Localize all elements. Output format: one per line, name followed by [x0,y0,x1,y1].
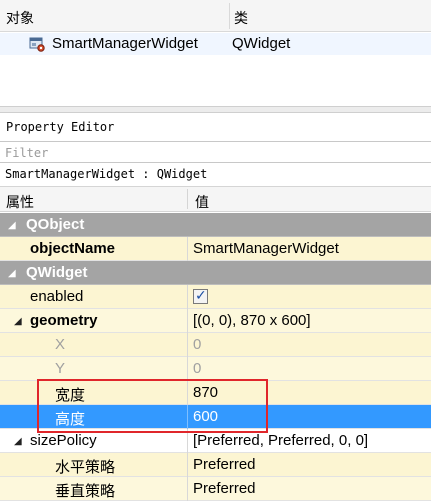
property-label: enabled [30,288,84,305]
property-row-y[interactable]: Y 0 [0,357,431,381]
object-class: QWidget [232,35,291,52]
group-qobject[interactable]: ◢ QObject [0,213,431,237]
widget-icon [29,37,45,52]
property-editor-title: Property Editor [0,113,431,142]
property-value[interactable]: SmartManagerWidget [193,240,339,257]
property-row-horizontal-policy[interactable]: 水平策略 Preferred [0,453,431,477]
property-value[interactable]: Preferred [193,480,256,497]
annotation-highlight-box [37,379,268,433]
property-label: sizePolicy [30,432,97,449]
group-label: QWidget [26,264,88,281]
property-value[interactable]: Preferred [193,456,256,473]
property-label: X [55,336,66,353]
property-value[interactable]: 0 [193,360,201,377]
property-table-header: 属性 值 [0,186,431,212]
property-value[interactable]: [Preferred, Preferred, 0, 0] [193,432,368,449]
property-label: 垂直策略 [55,483,116,500]
object-name: SmartManagerWidget [52,35,198,52]
object-inspector-header: 对象 类 [0,0,431,32]
property-row-geometry[interactable]: ◢ geometry [(0, 0), 870 x 600] [0,309,431,333]
enabled-checkbox[interactable]: ✓ [193,287,208,304]
column-divider[interactable] [229,3,230,29]
expand-arrow-icon[interactable]: ◢ [8,220,16,231]
column-header-property[interactable]: 属性 [6,192,34,212]
property-label: objectName [30,240,116,257]
property-row-objectname[interactable]: objectName SmartManagerWidget [0,237,431,261]
check-icon: ✓ [195,287,207,303]
column-header-class[interactable]: 类 [234,8,248,28]
column-divider[interactable] [187,189,188,209]
property-row-x[interactable]: X 0 [0,333,431,357]
property-grid: ◢ QObject objectName SmartManagerWidget … [0,213,431,501]
property-value[interactable]: 0 [193,336,201,353]
group-label: QObject [26,216,85,233]
property-row-enabled[interactable]: enabled ✓ [0,285,431,309]
expand-arrow-icon[interactable]: ◢ [14,436,22,447]
object-tree-row[interactable]: SmartManagerWidget QWidget [0,33,431,55]
dock-splitter[interactable] [0,106,431,113]
column-header-object[interactable]: 对象 [6,8,34,28]
property-row-vertical-policy[interactable]: 垂直策略 Preferred [0,477,431,501]
current-object-label: SmartManagerWidget : QWidget [0,164,431,185]
property-label: 水平策略 [55,459,116,476]
filter-input[interactable]: Filter [0,143,431,163]
property-label: geometry [30,312,98,329]
column-header-value[interactable]: 值 [195,192,209,212]
group-qwidget[interactable]: ◢ QWidget [0,261,431,285]
expand-arrow-icon[interactable]: ◢ [8,268,16,279]
expand-arrow-icon[interactable]: ◢ [14,316,22,327]
property-value[interactable]: [(0, 0), 870 x 600] [193,312,311,329]
property-label: Y [55,360,66,377]
